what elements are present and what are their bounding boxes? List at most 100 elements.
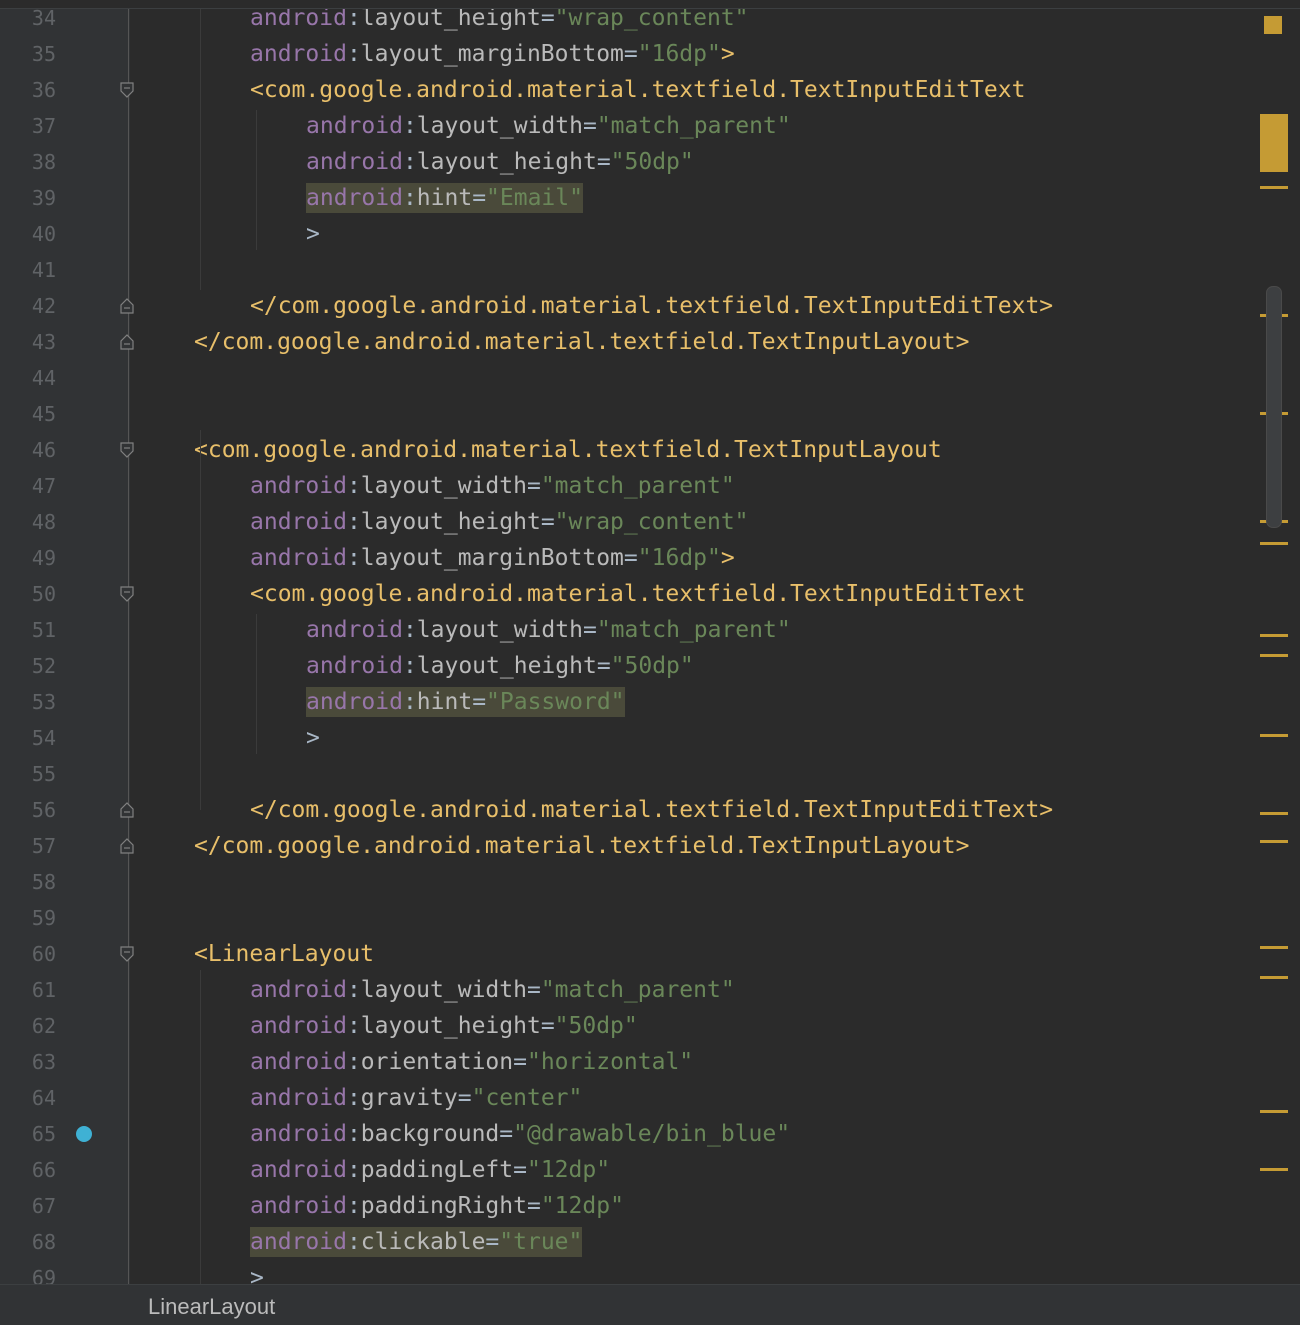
code-line[interactable]: 48 android:layout_height="wrap_content" [0,504,1260,540]
stripe-mark[interactable] [1260,840,1288,843]
code-line[interactable]: 52 android:layout_height="50dp" [0,648,1260,684]
line-number: 62 [31,1014,56,1038]
code-text[interactable]: android:background="@drawable/bin_blue" [250,1119,790,1149]
code-line[interactable]: 49 android:layout_marginBottom="16dp"> [0,540,1260,576]
token-eq: = [472,185,487,211]
code-text[interactable]: android:hint="Password" [306,687,625,717]
code-text[interactable]: android:hint="Email" [306,183,583,213]
code-text[interactable]: android:layout_width="match_parent" [306,615,791,645]
code-line[interactable]: 40 > [0,216,1260,252]
code-line[interactable]: 68 android:clickable="true" [0,1224,1260,1260]
inspection-status-icon[interactable] [1264,16,1282,34]
code-lines[interactable]: 34 android:layout_height="wrap_content" 35… [0,0,1260,1284]
stripe-mark[interactable] [1260,812,1288,815]
code-line[interactable]: 43 </com.google.android.material.textfiel… [0,324,1260,360]
code-text[interactable]: android:layout_height="50dp" [306,147,694,177]
code-text[interactable]: android:layout_marginBottom="16dp"> [250,39,735,69]
code-text[interactable]: > [306,723,320,753]
code-text[interactable]: </com.google.android.material.textfield.… [194,327,969,357]
breadcrumb-item[interactable]: LinearLayout [148,1294,275,1320]
code-line[interactable]: 67 android:paddingRight="12dp" [0,1188,1260,1224]
code-line[interactable]: 62 android:layout_height="50dp" [0,1008,1260,1044]
fold-collapse-icon[interactable] [120,946,134,962]
fold-end-icon[interactable] [120,334,134,350]
code-line[interactable]: 36 <com.google.android.material.textfield… [0,72,1260,108]
code-text[interactable]: </com.google.android.material.textfield.… [250,291,1053,321]
code-text[interactable]: android:layout_width="match_parent" [250,975,735,1005]
code-text[interactable]: <com.google.android.material.textfield.T… [194,435,942,465]
code-line[interactable]: 61 android:layout_width="match_parent" [0,972,1260,1008]
stripe-mark[interactable] [1260,1168,1288,1171]
code-text[interactable]: android:layout_height="50dp" [306,651,694,681]
code-line[interactable]: 64 android:gravity="center" [0,1080,1260,1116]
code-text[interactable]: android:layout_height="wrap_content" [250,507,749,537]
scroll-marker-block[interactable] [1260,114,1288,172]
line-number: 35 [31,42,56,66]
code-line[interactable]: 42 </com.google.android.material.textfiel… [0,288,1260,324]
line-number: 59 [31,906,56,930]
fold-collapse-icon[interactable] [120,82,134,98]
code-text[interactable]: </com.google.android.material.textfield.… [250,795,1053,825]
code-text[interactable]: > [250,1263,264,1284]
code-line[interactable]: 65 android:background="@drawable/bin_blue… [0,1116,1260,1152]
token-attr: layout_marginBottom [360,41,624,67]
code-line[interactable]: 39 android:hint="Email" [0,180,1260,216]
code-line[interactable]: 44 [0,360,1260,396]
code-text[interactable]: android:clickable="true" [250,1227,583,1257]
code-line[interactable]: 59 [0,900,1260,936]
stripe-mark[interactable] [1260,654,1288,657]
fold-collapse-icon[interactable] [120,586,134,602]
code-line[interactable]: 69 > [0,1260,1260,1284]
code-line[interactable]: 56 </com.google.android.material.textfiel… [0,792,1260,828]
stripe-mark[interactable] [1260,976,1288,979]
stripe-mark[interactable] [1260,634,1288,637]
code-line[interactable]: 51 android:layout_width="match_parent" [0,612,1260,648]
code-text[interactable]: </com.google.android.material.textfield.… [194,831,969,861]
code-text[interactable]: android:layout_width="match_parent" [306,111,791,141]
code-text[interactable]: android:gravity="center" [250,1083,582,1113]
code-text[interactable]: android:layout_marginBottom="16dp"> [250,543,735,573]
code-line[interactable]: 38 android:layout_height="50dp" [0,144,1260,180]
code-line[interactable]: 66 android:paddingLeft="12dp" [0,1152,1260,1188]
fold-end-icon[interactable] [120,838,134,854]
line-number: 39 [31,186,56,210]
code-text[interactable]: > [306,219,320,249]
breakpoint-icon[interactable] [76,1126,92,1142]
code-line[interactable]: 50 <com.google.android.material.textfield… [0,576,1260,612]
code-text[interactable]: android:paddingLeft="12dp" [250,1155,610,1185]
code-line[interactable]: 57 </com.google.android.material.textfiel… [0,828,1260,864]
code-line[interactable]: 53 android:hint="Password" [0,684,1260,720]
stripe-mark[interactable] [1260,946,1288,949]
code-line[interactable]: 58 [0,864,1260,900]
code-text[interactable]: android:orientation="horizontal" [250,1047,693,1077]
fold-end-icon[interactable] [120,802,134,818]
stripe-mark[interactable] [1260,734,1288,737]
vertical-scrollbar[interactable] [1266,286,1282,528]
stripe-mark[interactable] [1260,186,1288,189]
code-text[interactable]: android:layout_height="50dp" [250,1011,638,1041]
code-line[interactable]: 60 <LinearLayout [0,936,1260,972]
error-stripe[interactable] [1256,0,1300,1284]
stripe-mark[interactable] [1260,1110,1288,1113]
fold-collapse-icon[interactable] [120,442,134,458]
code-text[interactable]: <com.google.android.material.textfield.T… [250,75,1025,105]
code-text[interactable]: android:layout_width="match_parent" [250,471,735,501]
code-text[interactable]: <LinearLayout [194,939,374,969]
code-line[interactable]: 41 [0,252,1260,288]
stripe-mark[interactable] [1260,542,1288,545]
code-editor[interactable]: 34 android:layout_height="wrap_content" 35… [0,0,1300,1284]
code-line[interactable]: 37 android:layout_width="match_parent" [0,108,1260,144]
token-val: "50dp" [610,149,694,175]
code-line[interactable]: 45 [0,396,1260,432]
line-number: 65 [31,1122,56,1146]
token-eq: : [346,1049,361,1075]
code-text[interactable]: <com.google.android.material.textfield.T… [250,579,1025,609]
code-line[interactable]: 63 android:orientation="horizontal" [0,1044,1260,1080]
code-line[interactable]: 47 android:layout_width="match_parent" [0,468,1260,504]
code-line[interactable]: 46 <com.google.android.material.textfield… [0,432,1260,468]
fold-end-icon[interactable] [120,298,134,314]
code-line[interactable]: 35 android:layout_marginBottom="16dp"> [0,36,1260,72]
code-line[interactable]: 54 > [0,720,1260,756]
code-line[interactable]: 55 [0,756,1260,792]
code-text[interactable]: android:paddingRight="12dp" [250,1191,624,1221]
